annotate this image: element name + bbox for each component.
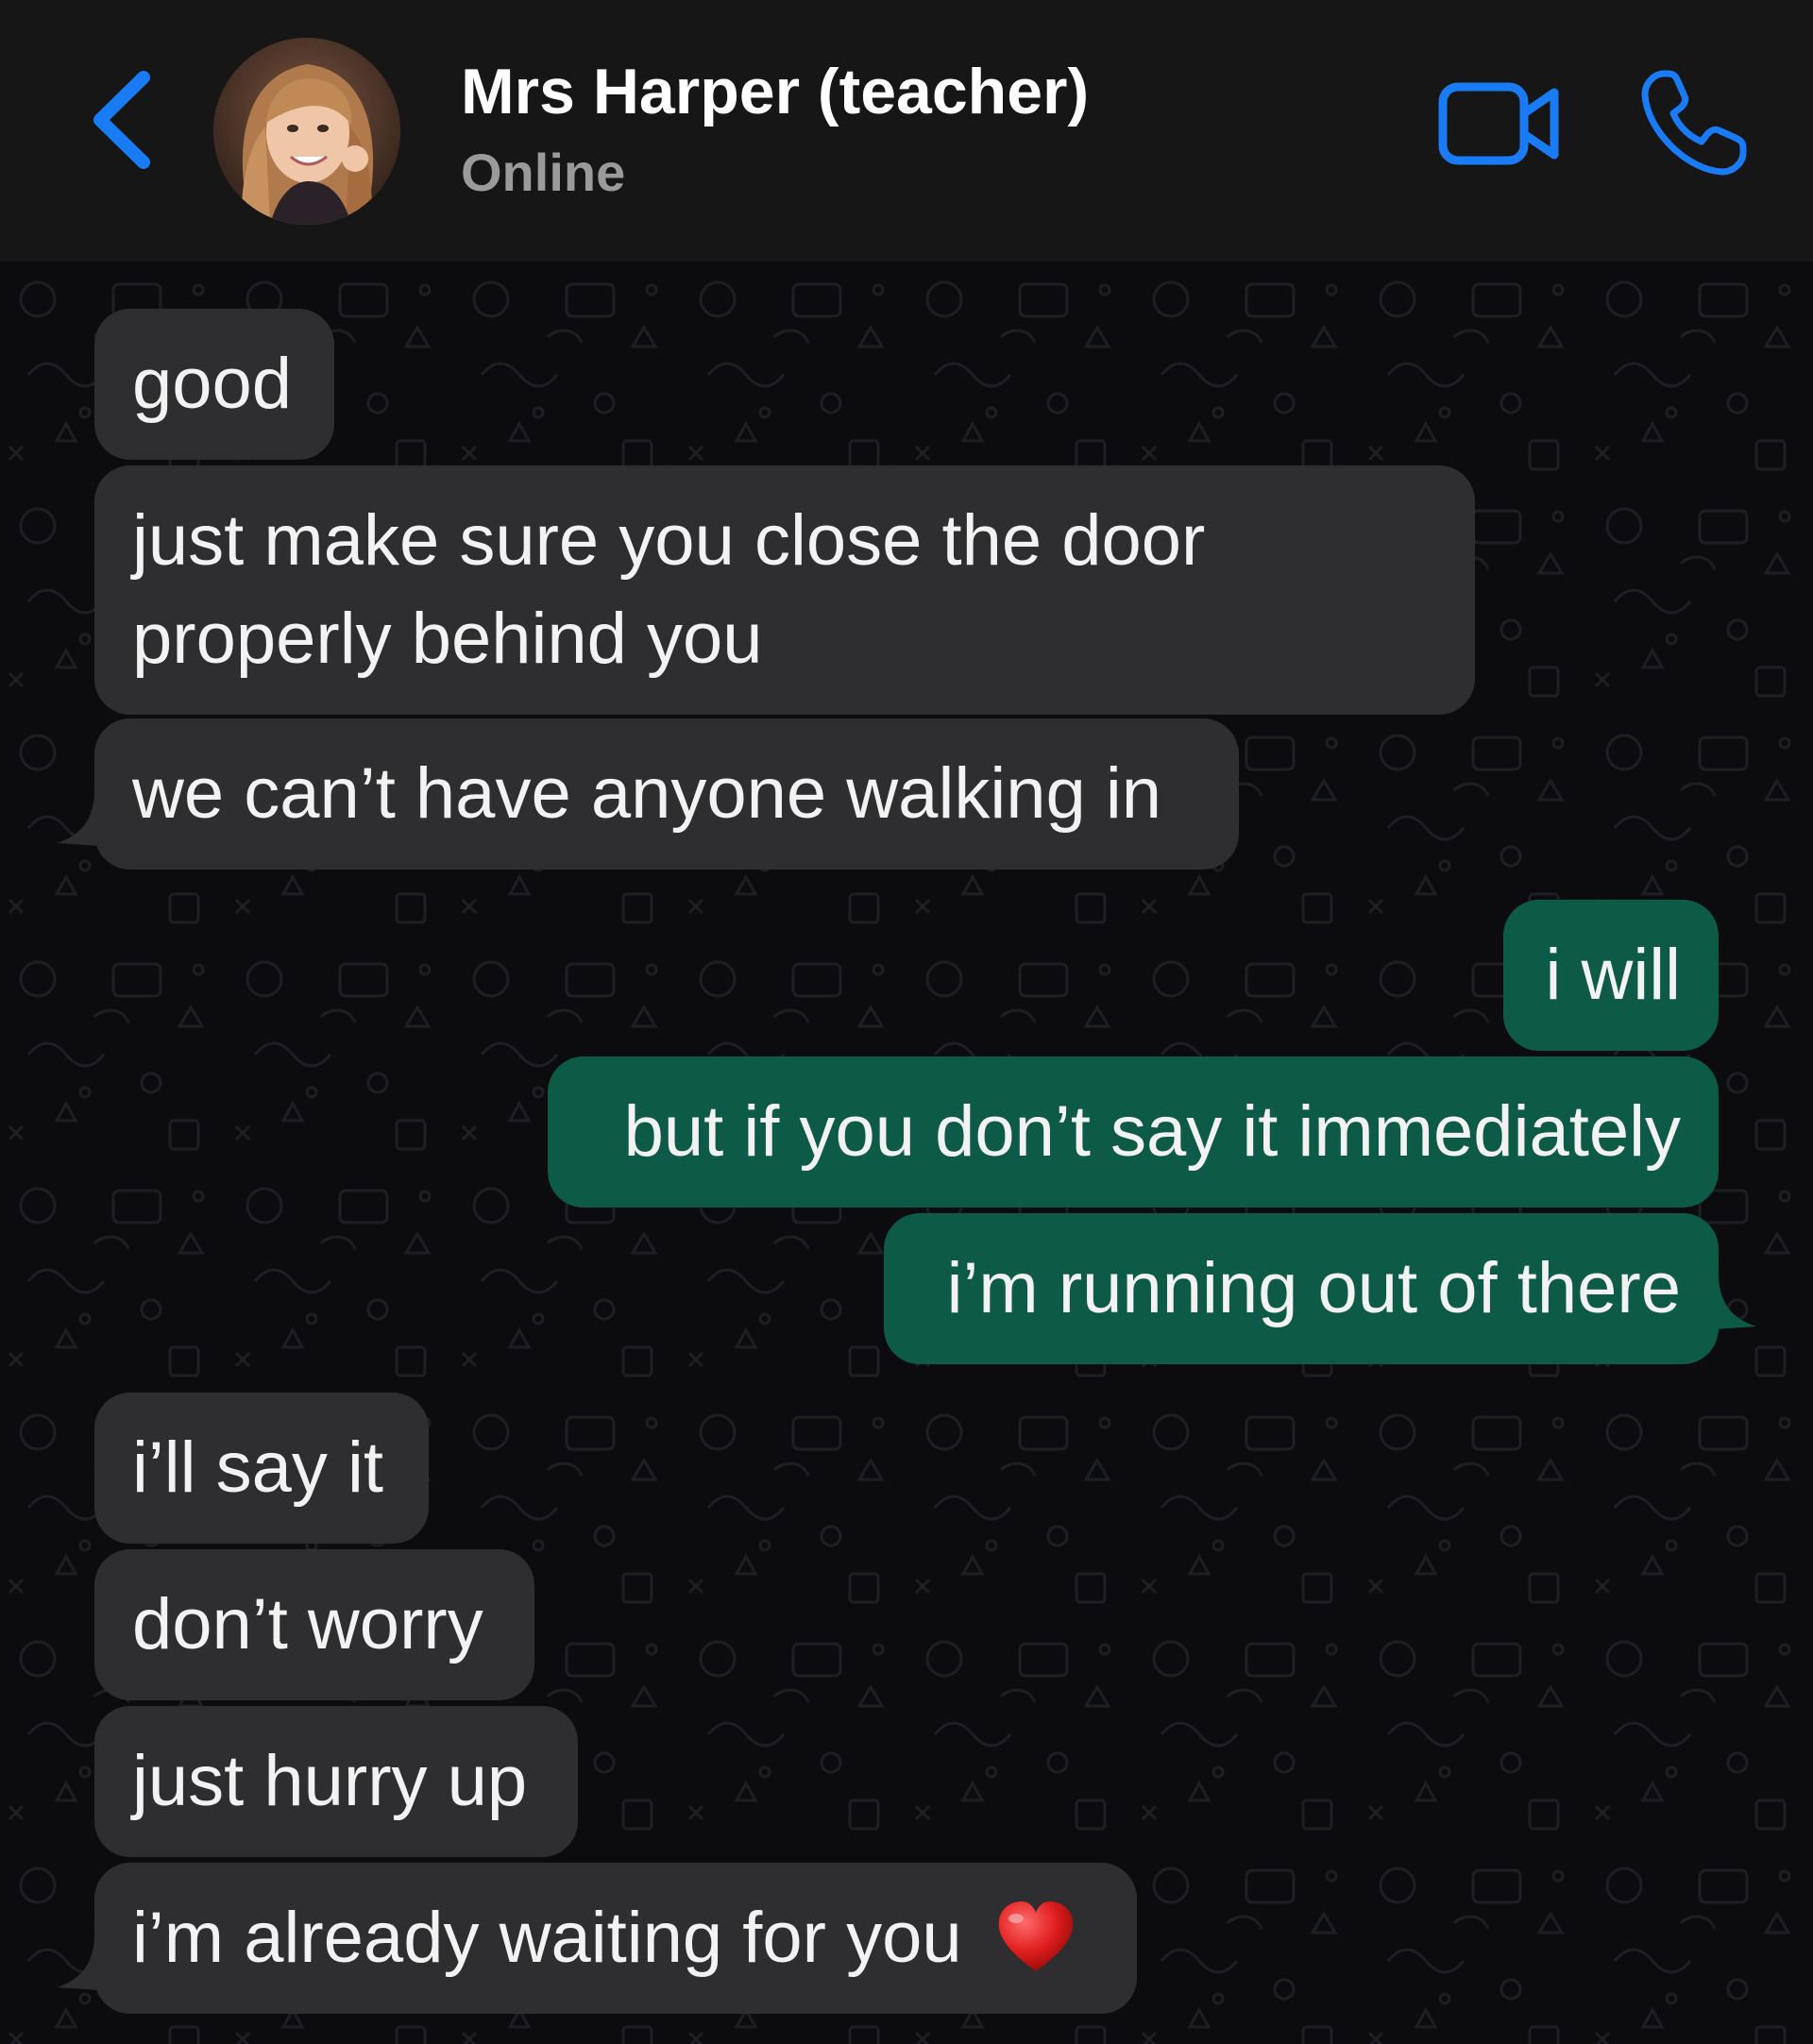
message-text: i’m already waiting for you	[132, 1898, 962, 1978]
contact-name[interactable]: Mrs Harper (teacher)	[461, 55, 1089, 128]
message-text: i’ll say it	[132, 1427, 384, 1508]
message-bubble-outgoing[interactable]: i’m running out of there	[884, 1213, 1719, 1364]
chat-header: Mrs Harper (teacher) Online	[0, 0, 1813, 262]
message-list[interactable]: good just make sure you close the door p…	[0, 262, 1813, 2044]
back-button[interactable]	[87, 68, 162, 172]
message-bubble-incoming[interactable]: i’ll say it	[94, 1393, 429, 1544]
message-bubble-incoming[interactable]: don’t worry	[94, 1549, 534, 1700]
voice-call-button[interactable]	[1639, 68, 1749, 177]
message-bubble-incoming[interactable]: we can’t have anyone walking in	[94, 718, 1239, 870]
heart-emoji	[998, 1900, 1074, 1971]
phone-icon	[1641, 70, 1747, 176]
message-bubble-outgoing[interactable]: i will	[1503, 900, 1719, 1051]
contact-status: Online	[461, 143, 626, 202]
message-text: i’m running out of there	[946, 1248, 1681, 1328]
message-text: just hurry up	[132, 1741, 528, 1821]
video-camera-icon	[1438, 82, 1559, 165]
message-bubble-incoming[interactable]: i’m already waiting for you	[94, 1863, 1137, 2014]
chat-screen: Mrs Harper (teacher) Online good just ma…	[0, 0, 1813, 2044]
message-text-line: properly behind you	[132, 599, 763, 679]
message-text: good	[132, 344, 293, 424]
message-bubble-incoming[interactable]: just make sure you close the door proper…	[94, 465, 1475, 715]
message-bubble-incoming[interactable]: just hurry up	[94, 1706, 578, 1857]
video-call-button[interactable]	[1435, 77, 1564, 172]
message-text: but if you don’t say it immediately	[623, 1091, 1681, 1172]
chevron-left-icon	[93, 71, 150, 169]
message-text: we can’t have anyone walking in	[132, 753, 1162, 834]
message-bubble-outgoing[interactable]: but if you don’t say it immediately	[548, 1056, 1719, 1208]
message-bubble-incoming[interactable]: good	[94, 309, 334, 460]
message-text-line: just make sure you close the door	[132, 500, 1206, 581]
message-text: don’t worry	[132, 1584, 483, 1664]
avatar-image	[213, 38, 400, 225]
message-text: i will	[1545, 935, 1681, 1015]
avatar[interactable]	[213, 38, 400, 225]
